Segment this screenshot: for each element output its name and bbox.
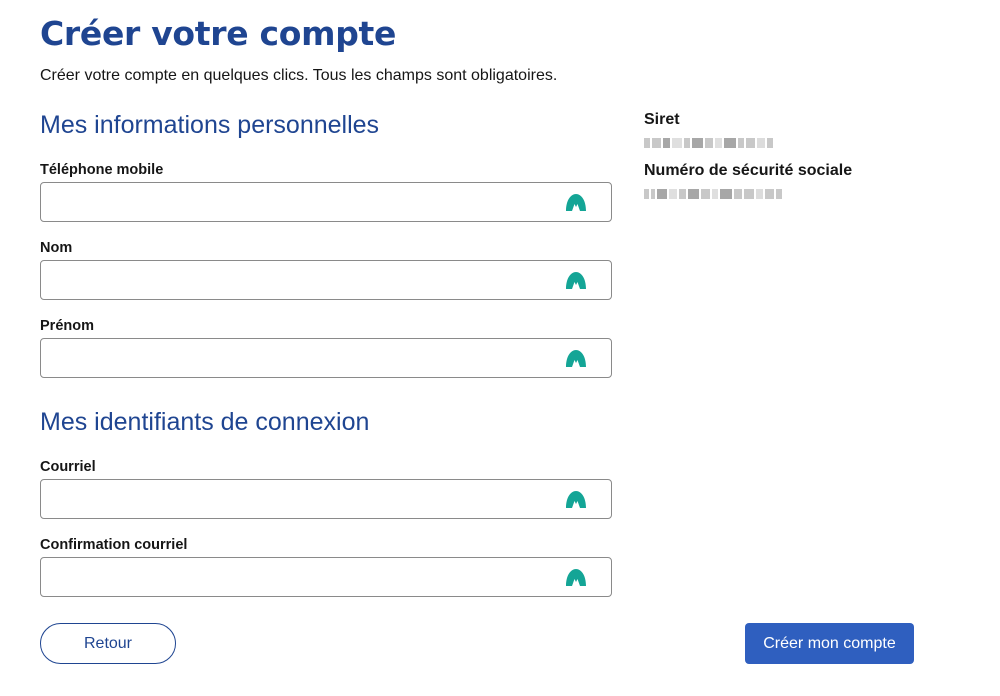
password-manager-icon[interactable] [565,270,587,290]
password-manager-icon[interactable] [565,489,587,509]
label-first-name: Prénom [40,318,94,334]
label-email-confirmation: Confirmation courriel [40,537,188,553]
password-manager-icon[interactable] [565,192,587,212]
siret-label: Siret [644,111,680,128]
mobile-phone-field[interactable] [40,182,612,222]
siret-value-redacted [644,137,773,149]
email-confirmation-field[interactable] [40,557,612,597]
label-mobile-phone: Téléphone mobile [40,162,164,178]
create-account-button[interactable]: Créer mon compte [745,623,914,664]
back-button[interactable]: Retour [40,623,176,664]
last-name-field[interactable] [40,260,612,300]
social-security-value-redacted [644,188,782,200]
page-title: Créer votre compte [40,14,397,53]
label-email: Courriel [40,459,96,475]
last-name-input[interactable] [41,261,611,299]
label-last-name: Nom [40,240,73,256]
first-name-input[interactable] [41,339,611,377]
email-confirmation-input[interactable] [41,558,611,596]
password-manager-icon[interactable] [565,567,587,587]
section-title-credentials: Mes identifiants de connexion [40,408,370,436]
password-manager-icon[interactable] [565,348,587,368]
social-security-label: Numéro de sécurité sociale [644,162,853,179]
email-field[interactable] [40,479,612,519]
first-name-field[interactable] [40,338,612,378]
page-intro: Créer votre compte en quelques clics. To… [40,67,558,84]
section-title-personal: Mes informations personnelles [40,111,380,139]
mobile-phone-input[interactable] [41,183,611,221]
email-input[interactable] [41,480,611,518]
